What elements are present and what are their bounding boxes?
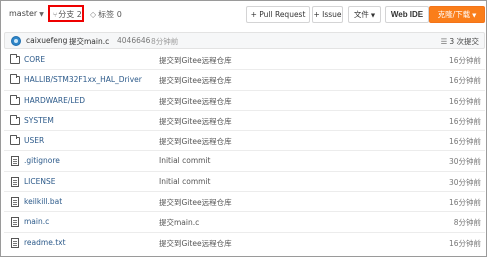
commit-time: 8分钟前	[151, 37, 179, 46]
file-commit-time: 16分钟前	[448, 76, 481, 86]
file-commit-message[interactable]: 提交到Gitee远程仓库	[159, 136, 232, 147]
branches-count: 2	[76, 10, 82, 19]
file-name-link[interactable]: LICENSE	[24, 177, 55, 186]
new-issue-button[interactable]: + Issue	[312, 6, 343, 23]
file-name-link[interactable]: keilkill.bat	[24, 197, 62, 206]
commit-hash[interactable]: 4046646	[117, 36, 150, 45]
file-commit-message[interactable]: Initial commit	[159, 156, 211, 165]
folder-icon	[10, 94, 20, 105]
file-commit-message[interactable]: 提交到Gitee远程仓库	[159, 96, 232, 107]
chevron-down-icon: ▼	[472, 13, 477, 19]
list-item[interactable]: readme.txt 提交到Gitee远程仓库 16分钟前	[4, 233, 485, 253]
file-name-link[interactable]: HARDWARE/LED	[24, 96, 85, 105]
commit-count-label: 3 次提交	[449, 37, 479, 46]
list-item[interactable]: .gitignore Initial commit 30分钟前	[4, 151, 485, 172]
file-name-link[interactable]: .gitignore	[24, 156, 60, 165]
chevron-down-icon: ▼	[39, 11, 44, 18]
file-icon	[11, 176, 19, 187]
file-commit-message[interactable]: 提交到Gitee远程仓库	[159, 116, 232, 127]
file-name-link[interactable]: readme.txt	[24, 238, 66, 247]
file-icon	[11, 197, 19, 208]
web-ide-button[interactable]: Web IDE	[385, 6, 429, 23]
file-commit-time: 16分钟前	[448, 96, 481, 106]
file-commit-time: 30分钟前	[448, 157, 481, 167]
file-icon	[11, 156, 19, 167]
file-commit-message[interactable]: 提交到Gitee远程仓库	[159, 197, 232, 208]
list-item[interactable]: CORE 提交到Gitee远程仓库 16分钟前	[4, 50, 485, 71]
file-icon	[11, 237, 19, 248]
file-commit-time: 16分钟前	[448, 116, 481, 126]
branch-icon: ⑂	[53, 11, 58, 19]
folder-icon	[10, 74, 20, 85]
commit-author[interactable]: caixuefeng	[26, 36, 67, 45]
tags-label: 标签	[98, 10, 115, 19]
file-commit-time: 8分钟前	[453, 218, 481, 228]
tags-link[interactable]: ◇ 标签 0	[90, 9, 122, 20]
file-commit-time: 16分钟前	[448, 56, 481, 65]
file-icon	[11, 217, 19, 228]
file-name-link[interactable]: SYSTEM	[24, 116, 54, 125]
new-pull-request-button[interactable]: + Pull Request	[246, 6, 310, 23]
file-commit-time: 30分钟前	[448, 177, 481, 187]
list-item[interactable]: keilkill.bat 提交到Gitee远程仓库 16分钟前	[4, 192, 485, 213]
commit-count-link[interactable]: ☰ 3 次提交	[441, 36, 479, 47]
list-item[interactable]: SYSTEM 提交到Gitee远程仓库 16分钟前	[4, 111, 485, 132]
file-name-link[interactable]: main.c	[24, 217, 49, 226]
file-commit-message[interactable]: 提交到Gitee远程仓库	[159, 75, 232, 86]
folder-icon	[10, 135, 20, 146]
file-menu-button[interactable]: 文件 ▼	[348, 6, 381, 23]
file-commit-message[interactable]: 提交到Gitee远程仓库	[159, 55, 232, 66]
commit-message[interactable]: 提交main.c	[69, 36, 109, 47]
branch-selector[interactable]: master ▼	[9, 9, 44, 18]
list-item[interactable]: HALLIB/STM32F1xx_HAL_Driver 提交到Gitee远程仓库 1…	[4, 70, 485, 91]
file-commit-message[interactable]: 提交main.c	[159, 217, 199, 228]
clone-download-button[interactable]: 克隆/下载 ▼	[429, 6, 485, 23]
list-item[interactable]: LICENSE Initial commit 30分钟前	[4, 172, 485, 193]
folder-icon	[10, 54, 20, 64]
file-commit-message[interactable]: Initial commit	[159, 177, 211, 186]
clone-download-label: 克隆/下载	[437, 10, 471, 19]
branches-label: 分支	[58, 10, 75, 19]
history-icon: ☰	[440, 37, 448, 46]
latest-commit-bar: caixuefeng 提交main.c 4046646 8分钟前 ☰ 3 次提交	[4, 32, 485, 49]
file-commit-time: 16分钟前	[448, 198, 481, 208]
chevron-down-icon: ▼	[370, 13, 376, 19]
branches-link[interactable]: ⑂分支 2	[48, 5, 84, 22]
file-commit-time: 16分钟前	[448, 137, 481, 147]
branch-name: master	[9, 9, 38, 18]
repository-panel: master ▼ ⑂分支 2 ◇ 标签 0 + Pull Request + Iss…	[0, 0, 487, 257]
file-menu-label: 文件	[353, 10, 369, 19]
file-name-link[interactable]: HALLIB/STM32F1xx_HAL_Driver	[24, 75, 142, 84]
list-item[interactable]: USER 提交到Gitee远程仓库 16分钟前	[4, 131, 485, 152]
folder-icon	[10, 114, 20, 125]
tags-count: 0	[116, 10, 122, 19]
list-item[interactable]: main.c 提交main.c 8分钟前	[4, 212, 485, 233]
list-item[interactable]: HARDWARE/LED 提交到Gitee远程仓库 16分钟前	[4, 91, 485, 111]
file-name-link[interactable]: USER	[24, 136, 44, 145]
avatar[interactable]	[11, 36, 21, 46]
file-commit-time: 16分钟前	[448, 238, 481, 248]
file-name-link[interactable]: CORE	[24, 55, 45, 64]
tag-icon: ◇	[90, 10, 97, 19]
file-commit-message[interactable]: 提交到Gitee远程仓库	[159, 238, 232, 249]
repo-toolbar: master ▼ ⑂分支 2 ◇ 标签 0 + Pull Request + Iss…	[1, 1, 486, 27]
file-list: CORE 提交到Gitee远程仓库 16分钟前 HALLIB/STM32F1xx_HA…	[4, 50, 485, 253]
